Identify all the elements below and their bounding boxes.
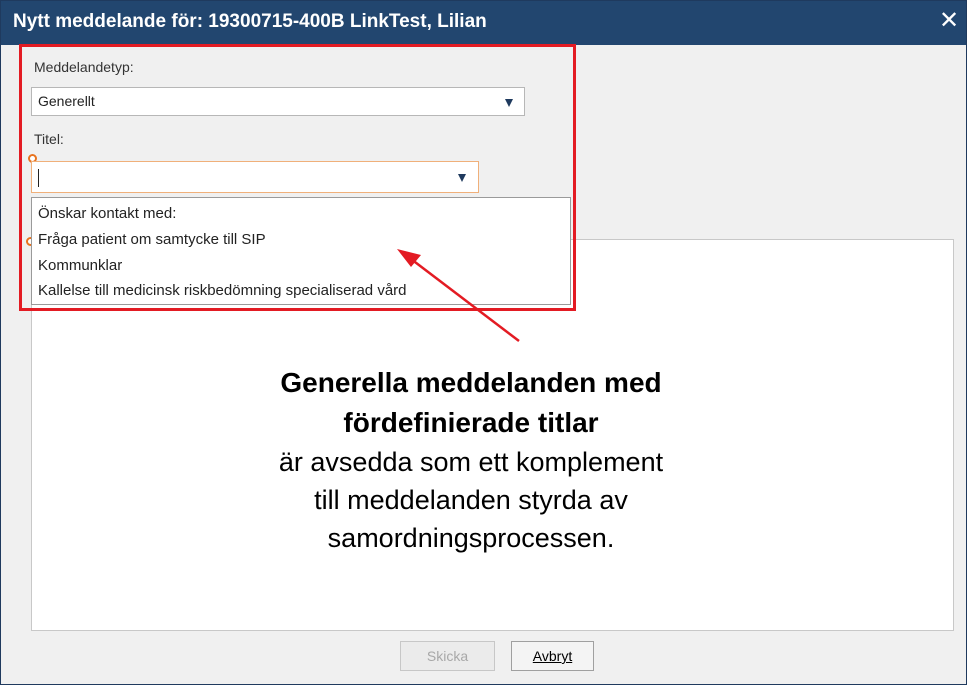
cancel-button[interactable]: Avbryt (511, 641, 594, 671)
send-button[interactable]: Skicka (400, 641, 495, 671)
annotation-line: till meddelanden styrda av (314, 485, 628, 515)
annotation-line: är avsedda som ett komplement (278, 447, 664, 477)
annotation-bold-line: fördefinierade titlar (343, 407, 599, 438)
annotation-arrow (397, 249, 520, 342)
annotation-line: samordningsprocessen. (327, 523, 615, 553)
new-message-dialog: Nytt meddelande för: 19300715-400B LinkT… (0, 0, 967, 685)
cancel-button-label: Avbryt (532, 648, 573, 664)
annotation-text: Generella meddelanden med fördefinierade… (191, 363, 751, 557)
annotation-bold-line: Generella meddelanden med (280, 367, 662, 398)
